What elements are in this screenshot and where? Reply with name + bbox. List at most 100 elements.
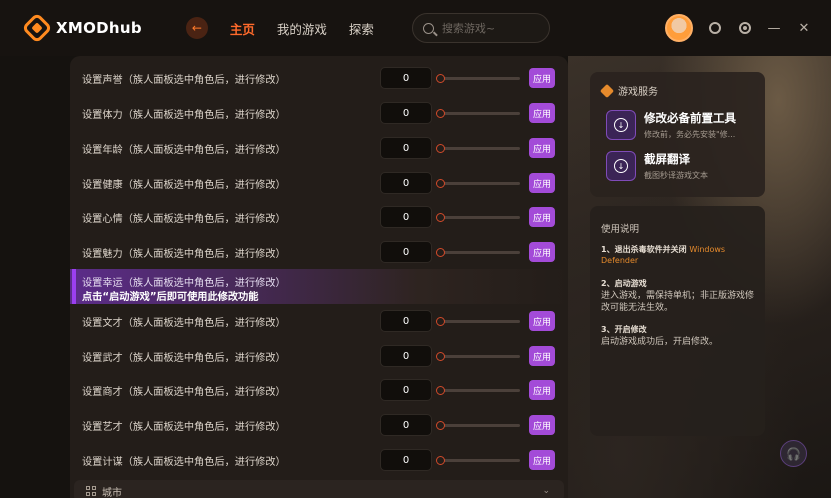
cheat-slider-track[interactable] xyxy=(440,215,520,219)
step-body: 启动游戏成功后，开启修改。 xyxy=(601,337,719,347)
cheat-label: 设置年龄（族人面板选中角色后，进行修改） xyxy=(82,144,286,156)
cheat-row: 设置体力（族人面板选中角色后，进行修改） 应用 xyxy=(70,96,568,131)
apply-button[interactable]: 应用 xyxy=(529,346,555,367)
cheat-slider-handle[interactable] xyxy=(436,385,445,395)
cheat-value-input[interactable] xyxy=(380,172,432,195)
cheat-slider-handle[interactable] xyxy=(436,455,445,465)
apply-button[interactable]: 应用 xyxy=(529,138,555,159)
cheat-slider-handle[interactable] xyxy=(436,178,445,188)
main-nav: 主页 我的游戏 探索 xyxy=(230,19,396,38)
cheat-value-input[interactable] xyxy=(380,379,432,402)
apply-button[interactable]: 应用 xyxy=(529,103,555,124)
cheat-value-input[interactable] xyxy=(380,67,432,90)
cheat-label: 设置文才（族人面板选中角色后，进行修改） xyxy=(82,317,286,329)
app-logo[interactable]: XMODhub xyxy=(21,12,142,44)
cheat-value-input[interactable] xyxy=(380,137,432,160)
window-controls: — ✕ xyxy=(665,14,811,42)
cheat-row: 设置商才（族人面板选中角色后，进行修改） 应用 xyxy=(70,373,568,408)
grid-icon xyxy=(86,486,96,496)
cheat-slider-track[interactable] xyxy=(440,458,520,462)
settings-icon[interactable] xyxy=(739,22,751,34)
service-item-prereq-tool[interactable]: ↓ 修改必备前置工具 修改前，务必先安装"修... xyxy=(606,108,756,142)
usage-guide-card: 使用说明 1、退出杀毒软件并关闭 Windows Defender 2、启动游戏… xyxy=(590,206,765,436)
guide-step: 3、开启修改 启动游戏成功后，开启修改。 xyxy=(601,324,759,348)
notification-icon[interactable] xyxy=(709,22,721,34)
apply-button[interactable]: 应用 xyxy=(529,450,555,471)
cheat-list-panel: 设置声誉（族人面板选中角色后，进行修改） 应用 设置体力（族人面板选中角色后，进… xyxy=(70,56,568,498)
cheat-label: 设置健康（族人面板选中角色后，进行修改） xyxy=(82,179,286,191)
cheat-label: 设置商才（族人面板选中角色后，进行修改） xyxy=(82,386,286,398)
cheat-row: 设置声誉（族人面板选中角色后，进行修改） 应用 xyxy=(70,61,568,96)
services-title-text: 游戏服务 xyxy=(618,87,658,98)
service-item-screen-translate[interactable]: ↓ 截屏翻译 截图秒译游戏文本 xyxy=(606,149,756,183)
download-icon: ↓ xyxy=(606,151,636,181)
apply-button[interactable]: 应用 xyxy=(529,173,555,194)
apply-button[interactable]: 应用 xyxy=(529,207,555,228)
cheat-value-input[interactable] xyxy=(380,414,432,437)
cheat-value-input[interactable] xyxy=(380,449,432,472)
cheat-slider-track[interactable] xyxy=(440,354,520,358)
cheat-slider-handle[interactable] xyxy=(436,316,445,326)
cheat-row: 设置年龄（族人面板选中角色后，进行修改） 应用 xyxy=(70,131,568,166)
download-icon: ↓ xyxy=(606,110,636,140)
cheat-row: 设置魅力（族人面板选中角色后，进行修改） 应用 xyxy=(70,235,568,270)
cheat-row: 设置艺才（族人面板选中角色后，进行修改） 应用 xyxy=(70,408,568,443)
cheat-slider-track[interactable] xyxy=(440,250,520,254)
apply-button[interactable]: 应用 xyxy=(529,380,555,401)
service-subtitle: 截图秒译游戏文本 xyxy=(644,171,708,180)
chevron-down-icon: ⌄ xyxy=(542,486,550,496)
cheat-label: 设置武才（族人面板选中角色后，进行修改） xyxy=(82,352,286,364)
apply-button[interactable]: 应用 xyxy=(529,311,555,332)
cheat-slider-track[interactable] xyxy=(440,146,520,150)
cheat-label: 设置心情（族人面板选中角色后，进行修改） xyxy=(82,213,286,225)
cheat-slider-handle[interactable] xyxy=(436,73,445,83)
cheat-slider-handle[interactable] xyxy=(436,108,445,118)
step-heading: 1、退出杀毒软件并关闭 Windows Defender xyxy=(601,245,726,265)
search-box[interactable] xyxy=(411,13,550,43)
section-header-city[interactable]: 城市 ⌄ xyxy=(74,480,564,498)
headset-support-button[interactable]: 🎧 xyxy=(780,440,807,467)
user-avatar[interactable] xyxy=(665,14,693,42)
nav-item-explore[interactable]: 探索 xyxy=(349,19,374,38)
nav-item-home[interactable]: 主页 xyxy=(230,19,255,38)
services-title: 游戏服务 xyxy=(599,83,658,98)
minimize-button[interactable]: — xyxy=(767,21,781,36)
cheat-label: 设置计谋（族人面板选中角色后，进行修改） xyxy=(82,456,286,468)
service-name: 截屏翻译 xyxy=(644,152,690,166)
brand-name: XMODhub xyxy=(56,19,142,37)
cheat-row: 设置文才（族人面板选中角色后，进行修改） 应用 xyxy=(70,304,568,339)
cheat-slider-track[interactable] xyxy=(440,111,520,115)
cheat-value-input[interactable] xyxy=(380,241,432,264)
cheat-value-input[interactable] xyxy=(380,206,432,229)
cheat-slider-handle[interactable] xyxy=(436,420,445,430)
locked-cheat-row[interactable]: 设置幸运（族人面板选中角色后，进行修改） 点击“启动游戏”后即可使用此修改功能 xyxy=(70,269,568,304)
apply-button[interactable]: 应用 xyxy=(529,415,555,436)
cheat-slider-handle[interactable] xyxy=(436,247,445,257)
cheat-value-input[interactable] xyxy=(380,102,432,125)
cheat-row: 设置武才（族人面板选中角色后，进行修改） 应用 xyxy=(70,339,568,374)
cheat-row: 设置心情（族人面板选中角色后，进行修改） 应用 xyxy=(70,200,568,235)
apply-button[interactable]: 应用 xyxy=(529,68,555,89)
cheat-slider-handle[interactable] xyxy=(436,143,445,153)
cheat-value-input[interactable] xyxy=(380,345,432,368)
cheat-slider-track[interactable] xyxy=(440,76,520,80)
search-icon xyxy=(422,22,434,34)
cheat-slider-handle[interactable] xyxy=(436,212,445,222)
apply-button[interactable]: 应用 xyxy=(529,242,555,263)
step-heading: 2、启动游戏 xyxy=(601,279,647,288)
step-body: 进入游戏，需保持单机；非正版游戏修改可能无法生效。 xyxy=(601,291,755,313)
guide-step: 1、退出杀毒软件并关闭 Windows Defender xyxy=(601,244,759,266)
cheat-slider-handle[interactable] xyxy=(436,351,445,361)
cheat-slider-track[interactable] xyxy=(440,181,520,185)
cheat-slider-track[interactable] xyxy=(440,388,520,392)
cheat-slider-track[interactable] xyxy=(440,423,520,427)
cheat-label: 设置魅力（族人面板选中角色后，进行修改） xyxy=(82,248,286,260)
back-button[interactable]: ← xyxy=(185,17,208,39)
nav-item-my-games[interactable]: 我的游戏 xyxy=(277,19,327,38)
search-input[interactable] xyxy=(441,21,542,35)
cheat-value-input[interactable] xyxy=(380,310,432,333)
close-button[interactable]: ✕ xyxy=(797,21,811,36)
cheat-row: 设置健康（族人面板选中角色后，进行修改） 应用 xyxy=(70,166,568,201)
cheat-slider-track[interactable] xyxy=(440,319,520,323)
guide-step: 2、启动游戏 进入游戏，需保持单机；非正版游戏修改可能无法生效。 xyxy=(601,278,759,314)
